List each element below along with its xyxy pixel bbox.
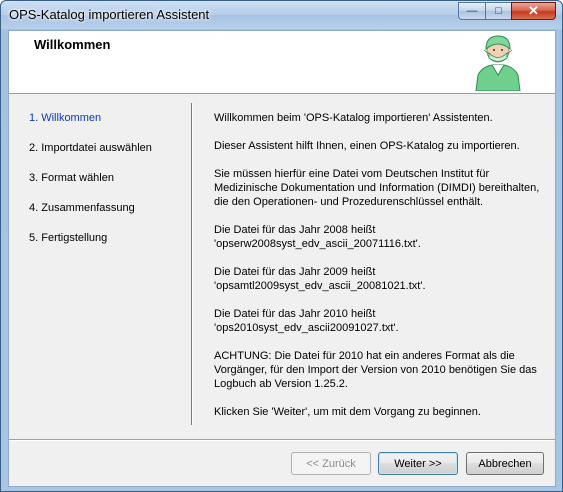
button-divider: [9, 439, 555, 441]
close-icon: ✕: [528, 3, 539, 18]
purpose-paragraph: Dieser Assistent hilft Ihnen, einen OPS-…: [214, 140, 520, 152]
back-button[interactable]: << Zurück: [291, 452, 371, 475]
vertical-divider: [191, 103, 193, 425]
caption-buttons: — □ ✕: [458, 2, 556, 21]
wizard-header: Willkommen: [9, 31, 555, 94]
requirement-paragraph: Sie müssen hierfür eine Datei vom Deutsc…: [214, 168, 540, 208]
welcome-text: Willkommen beim 'OPS-Katalog importieren…: [214, 111, 546, 433]
step-summary: 4. Zusammenfassung: [29, 202, 135, 214]
surgeon-icon: [475, 35, 521, 91]
step-list: 1. Willkommen 2. Importdatei auswählen 3…: [29, 111, 189, 261]
intro-paragraph: Willkommen beim 'OPS-Katalog importieren…: [214, 112, 493, 124]
continue-paragraph: Klicken Sie 'Weiter', um mit dem Vorgang…: [214, 406, 481, 418]
wizard-window: OPS-Katalog importieren Assistent — □ ✕ …: [0, 0, 563, 492]
step-welcome: 1. Willkommen: [29, 112, 102, 124]
window-title: OPS-Katalog importieren Assistent: [9, 7, 210, 22]
cancel-button[interactable]: Abbrechen: [466, 452, 544, 475]
step-select-file: 2. Importdatei auswählen: [29, 142, 152, 154]
minimize-button[interactable]: —: [458, 2, 485, 20]
page-title: Willkommen: [34, 37, 111, 52]
file-2009-paragraph: Die Datei für das Jahr 2009 heißt 'opsam…: [214, 266, 426, 292]
step-finish: 5. Fertigstellung: [29, 232, 108, 244]
step-choose-format: 3. Format wählen: [29, 172, 114, 184]
file-2008-paragraph: Die Datei für das Jahr 2008 heißt 'opser…: [214, 224, 421, 250]
warning-paragraph: ACHTUNG: Die Datei für 2010 hat ein ande…: [214, 350, 537, 390]
wizard-client-area: Willkommen 1. Willkommen 2. Importdatei …: [8, 30, 556, 487]
maximize-button[interactable]: □: [485, 2, 511, 20]
next-button[interactable]: Weiter >>: [378, 452, 458, 475]
file-2010-paragraph: Die Datei für das Jahr 2010 heißt 'ops20…: [214, 308, 399, 334]
minimize-icon: —: [466, 5, 478, 17]
maximize-icon: □: [495, 5, 502, 17]
close-button[interactable]: ✕: [511, 2, 556, 20]
title-bar[interactable]: OPS-Katalog importieren Assistent — □ ✕: [1, 1, 562, 29]
